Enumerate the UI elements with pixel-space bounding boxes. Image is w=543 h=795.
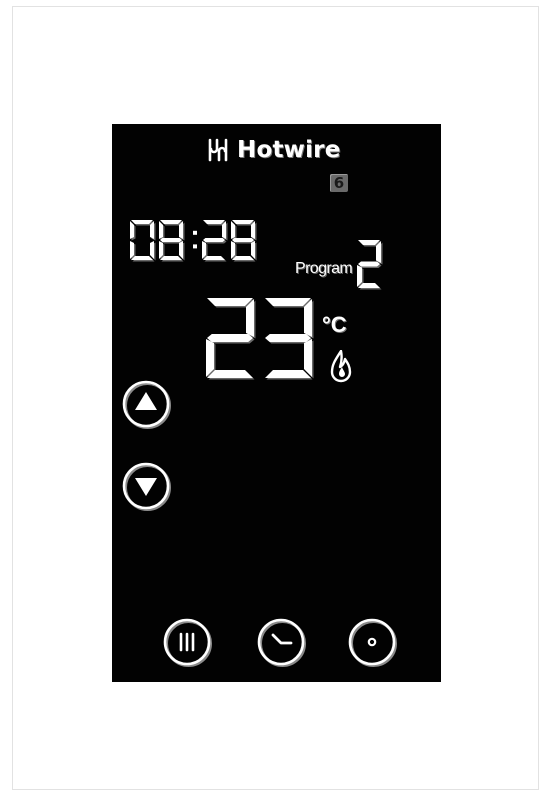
temperature-up-button[interactable]	[120, 378, 172, 430]
clock-digit	[202, 220, 228, 262]
program-digit	[357, 240, 383, 290]
program-label: Program	[295, 260, 353, 277]
clock-icon	[271, 633, 293, 645]
power-dot-icon	[367, 637, 377, 647]
hotwire-logo-icon	[208, 138, 228, 162]
clock-digit	[159, 220, 185, 262]
brand-header: Hotwire	[206, 132, 341, 168]
mode-button[interactable]	[161, 616, 213, 668]
mode-bars-icon	[179, 632, 195, 652]
power-button[interactable]	[346, 616, 398, 668]
brand-name: Hotwire	[237, 137, 341, 163]
temperature-digit	[265, 298, 314, 380]
down-arrow-icon	[135, 478, 157, 496]
clock-button[interactable]	[255, 616, 307, 668]
up-arrow-icon	[135, 392, 157, 410]
program-number	[357, 240, 383, 290]
thermostat-screen: Hotwire 6 Program °C	[112, 124, 441, 682]
clock-digit	[130, 220, 156, 262]
day-indicator: 6	[330, 174, 348, 192]
temperature-down-button[interactable]	[120, 460, 172, 512]
clock-digit	[231, 220, 257, 262]
temperature-unit: °C	[322, 312, 347, 337]
clock-colon	[193, 244, 197, 249]
flame-icon	[330, 350, 352, 383]
clock-display	[130, 220, 257, 262]
temperature-display	[206, 298, 314, 380]
temperature-digit	[206, 298, 256, 380]
clock-colon	[193, 230, 197, 235]
